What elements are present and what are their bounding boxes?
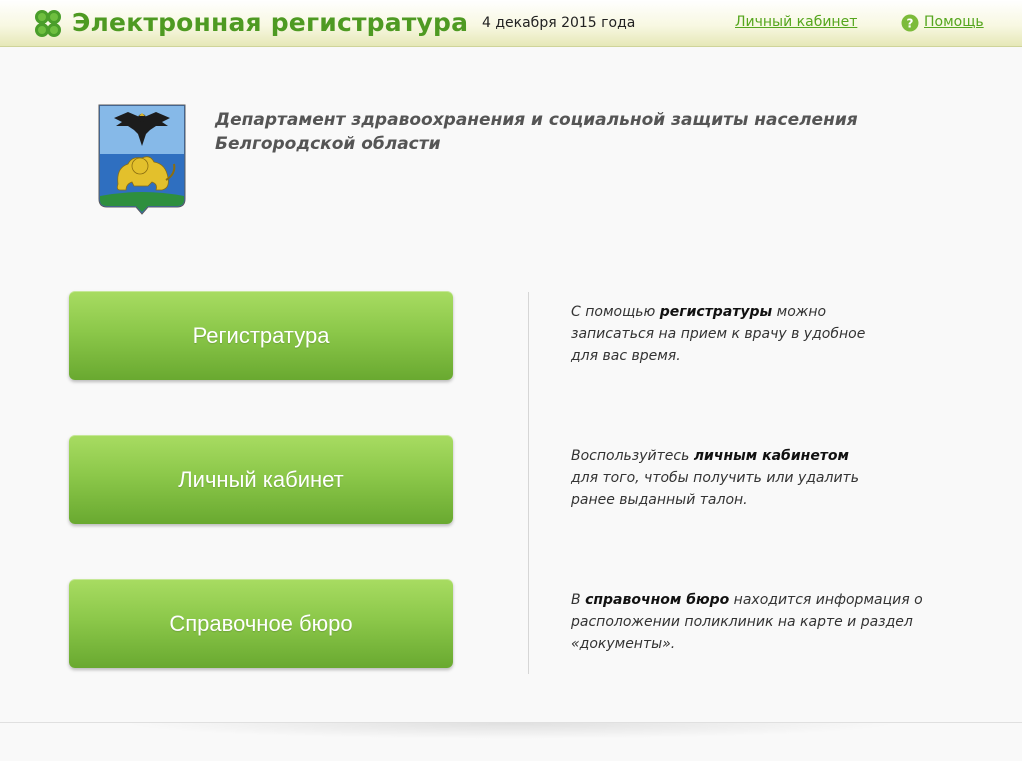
organization-name: Департамент здравоохранения и социальной… — [215, 108, 858, 156]
current-date: 4 декабря 2015 года — [482, 15, 636, 31]
registry-button[interactable]: Регистратура — [69, 291, 453, 380]
organization-line-1: Департамент здравоохранения и социальной… — [215, 110, 858, 130]
top-header-bar: Электронная регистратура 4 декабря 2015 … — [0, 0, 1022, 47]
help-desk-button[interactable]: Справочное бюро — [69, 579, 453, 668]
app-title[interactable]: Электронная регистратура — [72, 8, 468, 37]
belgorod-coat-of-arms — [98, 104, 186, 215]
footer-shadow — [120, 723, 902, 739]
svg-text:?: ? — [907, 17, 914, 31]
clover-icon — [35, 10, 61, 37]
vertical-divider — [528, 292, 529, 674]
personal-cabinet-description: Воспользуйтесь личным кабинетом для того… — [571, 448, 859, 508]
question-icon[interactable]: ? — [901, 14, 919, 32]
registry-description: С помощью регистратуры можно записаться … — [571, 304, 866, 364]
help-desk-description: В справочном бюро находится информация о… — [571, 592, 923, 652]
cabinet-link[interactable]: Личный кабинет — [735, 14, 857, 30]
personal-cabinet-button[interactable]: Личный кабинет — [69, 435, 453, 524]
organization-line-2: Белгородской области — [215, 134, 441, 154]
help-link[interactable]: Помощь — [924, 14, 984, 30]
